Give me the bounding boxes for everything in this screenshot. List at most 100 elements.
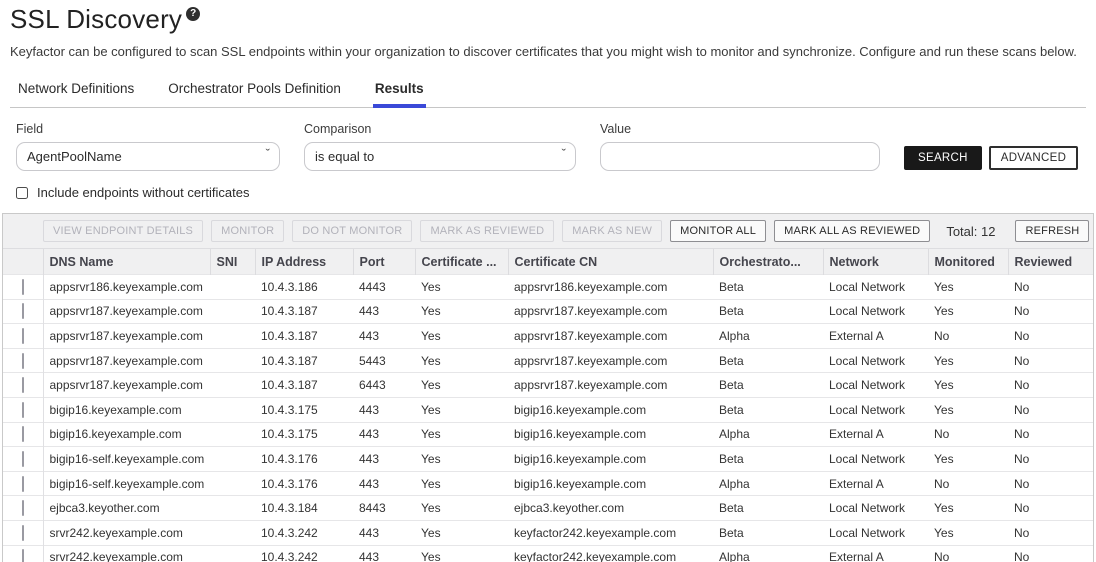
cell-network: Local Network	[823, 397, 928, 422]
cell-cert: Yes	[415, 447, 508, 472]
search-filter-form: Field AgentPoolName ˇ Comparison is equa…	[16, 122, 1080, 171]
value-input[interactable]	[600, 142, 880, 171]
cell-network: External A	[823, 422, 928, 447]
row-checkbox[interactable]	[22, 451, 24, 467]
cell-dns: ejbca3.keyother.com	[43, 496, 210, 521]
column-header-sni[interactable]: SNI	[210, 249, 255, 275]
row-checkbox[interactable]	[22, 525, 24, 541]
ssl-discovery-page: SSL Discovery ? Keyfactor can be configu…	[0, 0, 1096, 562]
row-checkbox-cell	[3, 545, 43, 562]
row-checkbox[interactable]	[22, 353, 24, 369]
table-row[interactable]: bigip16-self.keyexample.com10.4.3.176443…	[3, 471, 1093, 496]
cell-cert: Yes	[415, 422, 508, 447]
tab-network-definitions[interactable]: Network Definitions	[16, 77, 136, 108]
row-checkbox[interactable]	[22, 328, 24, 344]
row-checkbox[interactable]	[22, 426, 24, 442]
cell-cn: appsrvr187.keyexample.com	[508, 299, 713, 324]
row-checkbox[interactable]	[22, 303, 24, 319]
row-checkbox[interactable]	[22, 402, 24, 418]
row-checkbox[interactable]	[22, 476, 24, 492]
table-row[interactable]: bigip16.keyexample.com10.4.3.175443Yesbi…	[3, 397, 1093, 422]
cell-network: External A	[823, 324, 928, 349]
tab-orchestrator-pools-definition[interactable]: Orchestrator Pools Definition	[166, 77, 343, 108]
row-checkbox-cell	[3, 447, 43, 472]
column-header-port[interactable]: Port	[353, 249, 415, 275]
row-checkbox[interactable]	[22, 377, 24, 393]
table-row[interactable]: bigip16-self.keyexample.com10.4.3.176443…	[3, 447, 1093, 472]
column-header-ip-address[interactable]: IP Address	[255, 249, 353, 275]
table-row[interactable]: bigip16.keyexample.com10.4.3.175443Yesbi…	[3, 422, 1093, 447]
row-checkbox[interactable]	[22, 549, 24, 562]
table-row[interactable]: ejbca3.keyother.com10.4.3.1848443Yesejbc…	[3, 496, 1093, 521]
cell-monitored: Yes	[928, 275, 1008, 300]
results-table: DNS NameSNIIP AddressPortCertificate ...…	[3, 248, 1093, 562]
cell-dns: appsrvr186.keyexample.com	[43, 275, 210, 300]
cell-port: 443	[353, 299, 415, 324]
cell-ip: 10.4.3.187	[255, 348, 353, 373]
tab-results[interactable]: Results	[373, 77, 426, 108]
cell-cert: Yes	[415, 496, 508, 521]
row-checkbox-cell	[3, 299, 43, 324]
cell-dns: appsrvr187.keyexample.com	[43, 299, 210, 324]
cell-port: 443	[353, 324, 415, 349]
cell-cert: Yes	[415, 471, 508, 496]
table-row[interactable]: appsrvr187.keyexample.com10.4.3.187443Ye…	[3, 299, 1093, 324]
cell-cn: bigip16.keyexample.com	[508, 471, 713, 496]
cell-network: External A	[823, 471, 928, 496]
cell-network: Local Network	[823, 348, 928, 373]
column-header-certificate[interactable]: Certificate ...	[415, 249, 508, 275]
cell-reviewed: No	[1008, 471, 1093, 496]
tab-bar: Network Definitions Orchestrator Pools De…	[10, 77, 1086, 108]
column-header-certificate-cn[interactable]: Certificate CN	[508, 249, 713, 275]
row-checkbox[interactable]	[22, 500, 24, 516]
cell-cn: bigip16.keyexample.com	[508, 397, 713, 422]
cell-sni	[210, 324, 255, 349]
cell-reviewed: No	[1008, 545, 1093, 562]
cell-port: 443	[353, 397, 415, 422]
refresh-button[interactable]: REFRESH	[1015, 220, 1089, 242]
search-button[interactable]: SEARCH	[904, 146, 982, 170]
table-row[interactable]: appsrvr187.keyexample.com10.4.3.1875443Y…	[3, 348, 1093, 373]
table-row[interactable]: srvr242.keyexample.com10.4.3.242443Yeske…	[3, 520, 1093, 545]
cell-orchestrator: Beta	[713, 299, 823, 324]
row-checkbox-cell	[3, 324, 43, 349]
results-grid: VIEW ENDPOINT DETAILSMONITORDO NOT MONIT…	[2, 213, 1094, 562]
cell-ip: 10.4.3.175	[255, 422, 353, 447]
mark-all-as-reviewed-button[interactable]: MARK ALL AS REVIEWED	[774, 220, 930, 242]
cell-cert: Yes	[415, 373, 508, 398]
cell-reviewed: No	[1008, 275, 1093, 300]
cell-reviewed: No	[1008, 422, 1093, 447]
cell-ip: 10.4.3.186	[255, 275, 353, 300]
column-header-dns-name[interactable]: DNS Name	[43, 249, 210, 275]
column-header-orchestrato[interactable]: Orchestrato...	[713, 249, 823, 275]
cell-network: Local Network	[823, 373, 928, 398]
cell-dns: appsrvr187.keyexample.com	[43, 324, 210, 349]
field-select[interactable]: AgentPoolName	[16, 142, 280, 171]
include-endpoints-checkbox[interactable]	[16, 187, 28, 199]
column-header-network[interactable]: Network	[823, 249, 928, 275]
cell-cn: appsrvr187.keyexample.com	[508, 324, 713, 349]
cell-ip: 10.4.3.187	[255, 324, 353, 349]
table-row[interactable]: appsrvr187.keyexample.com10.4.3.1876443Y…	[3, 373, 1093, 398]
column-header-reviewed[interactable]: Reviewed	[1008, 249, 1093, 275]
row-checkbox-cell	[3, 520, 43, 545]
row-checkbox[interactable]	[22, 279, 24, 295]
cell-monitored: No	[928, 471, 1008, 496]
help-icon[interactable]: ?	[186, 7, 200, 21]
cell-cert: Yes	[415, 520, 508, 545]
cell-cert: Yes	[415, 545, 508, 562]
table-row[interactable]: srvr242.keyexample.com10.4.3.242443Yeske…	[3, 545, 1093, 562]
table-row[interactable]: appsrvr186.keyexample.com10.4.3.1864443Y…	[3, 275, 1093, 300]
advanced-button[interactable]: ADVANCED	[989, 146, 1078, 170]
column-header-monitored[interactable]: Monitored	[928, 249, 1008, 275]
cell-port: 8443	[353, 496, 415, 521]
row-checkbox-cell	[3, 471, 43, 496]
cell-ip: 10.4.3.187	[255, 299, 353, 324]
value-label: Value	[600, 122, 880, 136]
cell-monitored: Yes	[928, 447, 1008, 472]
cell-ip: 10.4.3.242	[255, 545, 353, 562]
cell-network: Local Network	[823, 520, 928, 545]
comparison-select[interactable]: is equal to	[304, 142, 576, 171]
monitor-all-button[interactable]: MONITOR ALL	[670, 220, 766, 242]
table-row[interactable]: appsrvr187.keyexample.com10.4.3.187443Ye…	[3, 324, 1093, 349]
